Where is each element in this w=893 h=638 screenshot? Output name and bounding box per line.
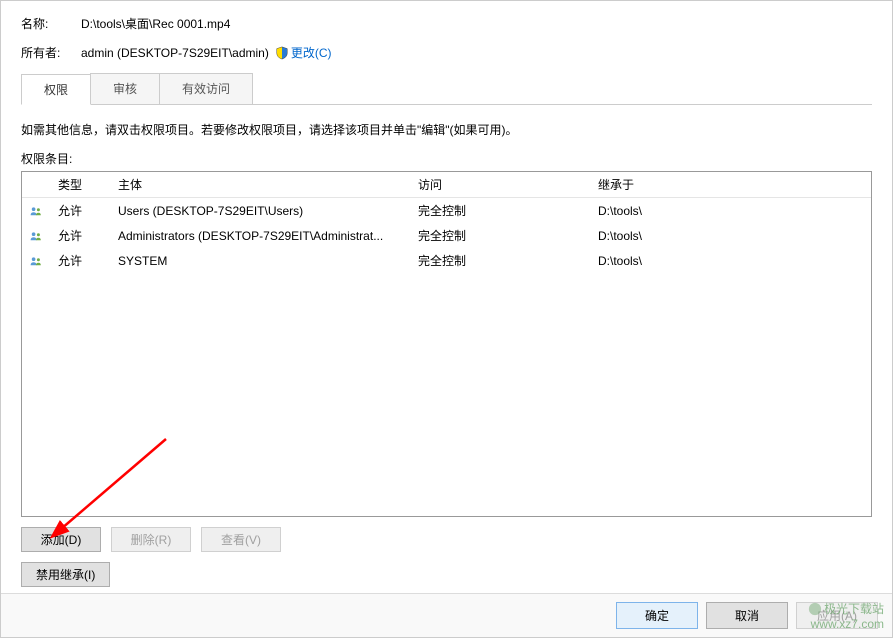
tab-audit[interactable]: 审核 xyxy=(90,73,160,104)
owner-value: admin (DESKTOP-7S29EIT\admin) xyxy=(81,46,269,60)
description-text: 如需其他信息，请双击权限项目。若要修改权限项目，请选择该项目并单击"编辑"(如果… xyxy=(21,121,872,138)
list-header: 类型 主体 访问 继承于 xyxy=(22,172,871,198)
disable-inherit-button[interactable]: 禁用继承(I) xyxy=(21,562,110,587)
view-button: 查看(V) xyxy=(201,527,281,552)
row-type: 允许 xyxy=(50,199,110,222)
remove-button: 删除(R) xyxy=(111,527,191,552)
table-row[interactable]: 允许 SYSTEM 完全控制 D:\tools\ xyxy=(22,248,871,273)
row-access: 完全控制 xyxy=(410,224,590,247)
name-label: 名称: xyxy=(21,15,81,32)
entries-label: 权限条目: xyxy=(21,150,872,167)
row-principal: Administrators (DESKTOP-7S29EIT\Administ… xyxy=(110,226,410,246)
security-dialog: 名称: D:\tools\桌面\Rec 0001.mp4 所有者: admin … xyxy=(0,0,893,638)
row-inherit: D:\tools\ xyxy=(590,226,871,246)
permissions-list[interactable]: 类型 主体 访问 继承于 允许 Users (DESKTOP-7S29EIT\U… xyxy=(21,171,872,517)
cancel-button[interactable]: 取消 xyxy=(706,602,788,629)
ok-button[interactable]: 确定 xyxy=(616,602,698,629)
owner-label: 所有者: xyxy=(21,44,81,61)
dialog-footer: 确定 取消 应用(A) xyxy=(1,593,892,637)
row-access: 完全控制 xyxy=(410,249,590,272)
table-row[interactable]: 允许 Administrators (DESKTOP-7S29EIT\Admin… xyxy=(22,223,871,248)
name-value: D:\tools\桌面\Rec 0001.mp4 xyxy=(81,15,230,32)
owner-row: 所有者: admin (DESKTOP-7S29EIT\admin) 更改(C) xyxy=(21,44,872,61)
col-icon-header xyxy=(22,172,50,197)
col-type-header[interactable]: 类型 xyxy=(50,172,110,197)
row-inherit: D:\tools\ xyxy=(590,201,871,221)
row-type: 允许 xyxy=(50,249,110,272)
row-access: 完全控制 xyxy=(410,199,590,222)
action-buttons: 添加(D) 删除(R) 查看(V) xyxy=(21,527,872,552)
col-principal-header[interactable]: 主体 xyxy=(110,172,410,197)
add-button[interactable]: 添加(D) xyxy=(21,527,101,552)
col-access-header[interactable]: 访问 xyxy=(410,172,590,197)
name-row: 名称: D:\tools\桌面\Rec 0001.mp4 xyxy=(21,15,872,32)
tab-effective-access[interactable]: 有效访问 xyxy=(159,73,253,104)
dialog-content: 名称: D:\tools\桌面\Rec 0001.mp4 所有者: admin … xyxy=(1,1,892,587)
list-body: 允许 Users (DESKTOP-7S29EIT\Users) 完全控制 D:… xyxy=(22,198,871,273)
change-owner-link[interactable]: 更改(C) xyxy=(291,44,332,61)
row-principal: Users (DESKTOP-7S29EIT\Users) xyxy=(110,201,410,221)
tab-strip: 权限 审核 有效访问 xyxy=(21,73,872,105)
principal-icon xyxy=(22,225,50,247)
shield-icon xyxy=(275,46,289,60)
col-inherit-header[interactable]: 继承于 xyxy=(590,172,871,197)
principal-icon xyxy=(22,250,50,272)
row-type: 允许 xyxy=(50,224,110,247)
inherit-buttons: 禁用继承(I) xyxy=(21,562,872,587)
apply-button: 应用(A) xyxy=(796,602,878,629)
tab-permissions[interactable]: 权限 xyxy=(21,74,91,105)
row-inherit: D:\tools\ xyxy=(590,251,871,271)
row-principal: SYSTEM xyxy=(110,251,410,271)
principal-icon xyxy=(22,200,50,222)
table-row[interactable]: 允许 Users (DESKTOP-7S29EIT\Users) 完全控制 D:… xyxy=(22,198,871,223)
